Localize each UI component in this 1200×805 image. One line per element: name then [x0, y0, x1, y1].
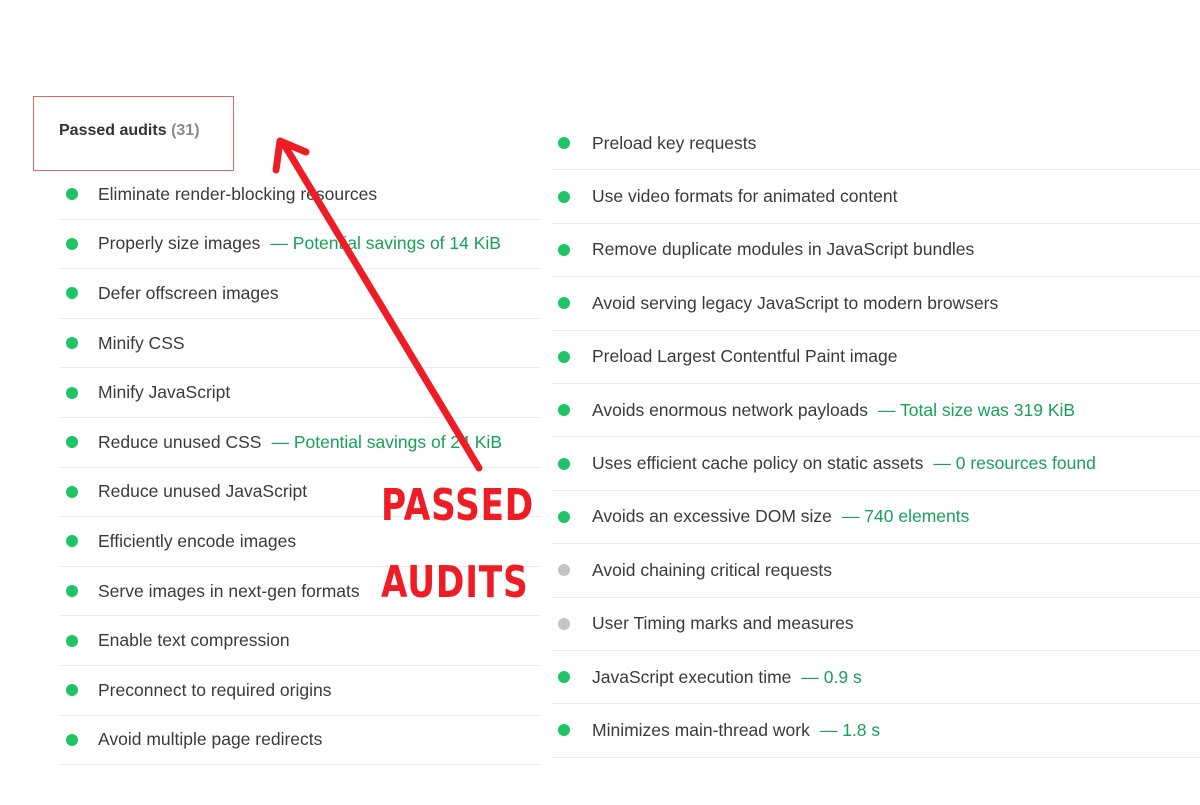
pass-status-dot-icon [66, 337, 78, 350]
audit-title: Use video formats for animated content [592, 186, 898, 207]
audit-row-right-3[interactable]: Remove duplicate modules in JavaScript b… [552, 224, 1200, 278]
audit-row-right-2[interactable]: Use video formats for animated content [552, 170, 1200, 224]
audit-row-right-6[interactable]: Avoids enormous network payloads — Total… [552, 384, 1200, 438]
audit-row-left-11[interactable]: Preconnect to required origins [60, 666, 540, 716]
audit-title: JavaScript execution time [592, 666, 792, 687]
pass-status-dot-icon [558, 297, 570, 310]
arrow-head [272, 137, 310, 174]
audit-row-right-7[interactable]: Uses efficient cache policy on static as… [552, 437, 1200, 491]
pass-status-dot-icon [66, 585, 78, 598]
pass-status-dot-icon [558, 137, 570, 150]
audit-title: Avoid serving legacy JavaScript to moder… [592, 292, 999, 313]
pass-status-dot-icon [558, 350, 570, 363]
audit-detail: — Total size was 319 KiB [877, 399, 1076, 420]
audit-row-left-6[interactable]: Reduce unused CSS — Potential savings of… [60, 418, 540, 468]
audit-detail: — 0 resources found [933, 453, 1096, 474]
audit-row-right-5[interactable]: Preload Largest Contentful Paint image [552, 331, 1200, 384]
audit-list-left: Eliminate render-blocking resources Prop… [60, 170, 540, 766]
audit-row-left-10[interactable]: Enable text compression [60, 616, 540, 666]
pass-status-dot-icon [66, 733, 78, 746]
pass-status-dot-icon [558, 671, 570, 684]
audit-title: Efficiently encode images [98, 530, 297, 551]
pass-status-dot-icon [66, 535, 78, 548]
passed-audits-title: Passed audits [59, 122, 167, 139]
pass-status-dot-icon [558, 457, 570, 470]
pass-status-dot-icon [558, 724, 570, 737]
audit-row-right-8[interactable]: Avoids an excessive DOM size — 740 eleme… [552, 491, 1200, 545]
audit-row-left-1[interactable]: Eliminate render-blocking resources [60, 170, 540, 220]
pass-status-dot-icon [66, 485, 78, 498]
passed-audits-header[interactable]: Passed audits (31) [59, 122, 200, 140]
audit-row-left-5[interactable]: Minify JavaScript [60, 368, 540, 418]
pass-status-dot-icon [66, 188, 78, 201]
passed-audits-count: (31) [171, 122, 200, 139]
audit-title: Reduce unused CSS [98, 431, 262, 452]
annotation-audits-text: AUDITS [381, 557, 529, 608]
audit-title: Remove duplicate modules in JavaScript b… [592, 239, 975, 260]
audit-row-right-1[interactable]: Preload key requests [552, 117, 1200, 171]
pass-status-dot-icon [66, 386, 78, 399]
audit-title: Defer offscreen images [98, 282, 279, 303]
audit-title: Preload Largest Contentful Paint image [592, 346, 898, 367]
audit-row-right-12[interactable]: Minimizes main-thread work — 1.8 s [552, 704, 1200, 758]
audit-detail: — 1.8 s [819, 719, 881, 740]
audit-title: Serve images in next-gen formats [98, 580, 360, 601]
audit-title: Preload key requests [592, 132, 757, 153]
audit-detail: — Potential savings of 14 KiB [270, 233, 501, 254]
audit-title: Uses efficient cache policy on static as… [592, 453, 924, 474]
pass-status-dot-icon [66, 684, 78, 697]
audit-title: Minimizes main-thread work [592, 719, 810, 740]
audit-detail: — 0.9 s [801, 666, 862, 687]
pass-status-dot-icon [558, 510, 570, 523]
audit-row-right-11[interactable]: JavaScript execution time — 0.9 s [552, 651, 1200, 705]
audit-row-left-3[interactable]: Defer offscreen images [60, 269, 540, 319]
audit-list-right: Preload key requests Use video formats f… [552, 117, 1200, 758]
pass-status-dot-icon [558, 190, 570, 203]
audit-title: Eliminate render-blocking resources [98, 183, 378, 204]
informative-status-dot-icon [558, 617, 570, 630]
pass-status-dot-icon [66, 287, 78, 300]
audit-detail: — Potential savings of 24 KiB [271, 431, 502, 452]
audit-title: User Timing marks and measures [592, 613, 854, 634]
audit-row-left-2[interactable]: Properly size images — Potential savings… [60, 220, 540, 270]
audit-row-right-4[interactable]: Avoid serving legacy JavaScript to moder… [552, 277, 1200, 331]
audit-title: Avoid chaining critical requests [592, 559, 832, 580]
audit-title: Preconnect to required origins [98, 679, 332, 700]
audit-title: Minify CSS [98, 332, 185, 353]
audit-row-left-4[interactable]: Minify CSS [60, 319, 540, 369]
audit-title: Avoids an excessive DOM size [592, 506, 832, 527]
pass-status-dot-icon [66, 436, 78, 449]
audit-title: Minify JavaScript [98, 382, 231, 403]
informative-status-dot-icon [558, 564, 570, 577]
pass-status-dot-icon [558, 243, 570, 256]
audit-row-right-10[interactable]: User Timing marks and measures [552, 598, 1200, 651]
audit-title: Reduce unused JavaScript [98, 481, 308, 502]
audit-title: Enable text compression [98, 630, 290, 651]
pass-status-dot-icon [66, 237, 78, 250]
audit-title: Avoid multiple page redirects [98, 729, 323, 750]
annotation-passed-text: PASSED [381, 480, 535, 531]
pass-status-dot-icon [558, 404, 570, 417]
audit-title: Avoids enormous network payloads [592, 399, 868, 420]
audit-row-right-9[interactable]: Avoid chaining critical requests [552, 544, 1200, 598]
audit-row-left-12[interactable]: Avoid multiple page redirects [60, 716, 540, 766]
audit-detail: — 740 elements [841, 506, 970, 527]
audit-title: Properly size images [98, 233, 261, 254]
pass-status-dot-icon [66, 634, 78, 647]
